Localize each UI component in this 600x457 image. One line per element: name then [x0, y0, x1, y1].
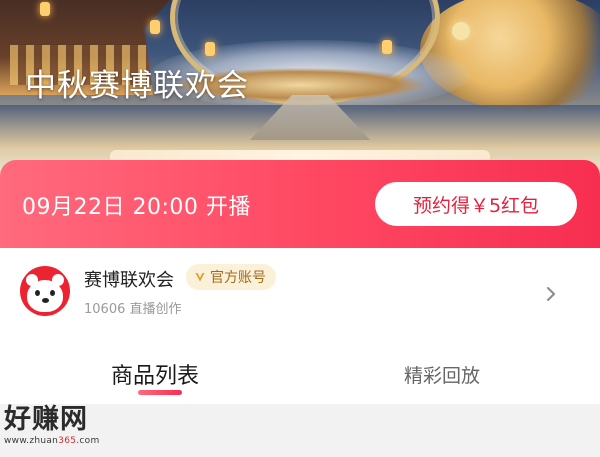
official-badge: 官方账号 — [186, 264, 276, 290]
avatar-nose-shape — [42, 298, 49, 303]
watermark-url: www.zhuan365.com — [4, 436, 100, 446]
avatar[interactable] — [20, 266, 70, 316]
official-badge-label: 官方账号 — [210, 270, 266, 286]
account-name: 赛博联欢会 — [84, 270, 174, 291]
account-subtitle: 10606 直播创作 — [84, 302, 182, 317]
hero-banner: 中秋赛博联欢会 — [0, 0, 600, 175]
lantern-icon — [150, 20, 160, 34]
watermark-url-highlight: 365 — [58, 436, 77, 446]
content-tabs: 商品列表 精彩回放 — [0, 338, 600, 404]
avatar-eye-shape — [50, 290, 55, 296]
tab-replays[interactable]: 精彩回放 — [404, 361, 480, 388]
avatar-eye-shape — [35, 290, 40, 296]
lantern-icon — [40, 2, 50, 16]
account-row[interactable]: 赛博联欢会 官方账号 10606 直播创作 — [0, 248, 600, 338]
moon-icon — [452, 22, 470, 40]
chevron-right-icon[interactable] — [544, 286, 558, 302]
active-tab-indicator — [138, 390, 182, 395]
lantern-icon — [382, 40, 392, 54]
live-start-time: 09月22日 20:00 开播 — [22, 195, 251, 220]
live-schedule-bar: 09月22日 20:00 开播 预约得￥5红包 — [0, 160, 600, 248]
lantern-icon — [205, 42, 215, 56]
watermark-url-prefix: www.zhuan — [4, 436, 59, 446]
osmanthus-blossom-illustration — [420, 0, 600, 110]
avatar-face-shape — [27, 280, 63, 312]
tab-product-list[interactable]: 商品列表 — [111, 358, 199, 390]
watermark-url-suffix: .com — [76, 436, 100, 446]
reserve-button[interactable]: 预约得￥5红包 — [375, 182, 577, 226]
v-verified-icon — [195, 273, 205, 282]
site-watermark: 好赚网 www.zhuan365.com — [4, 404, 100, 446]
event-title: 中秋赛博联欢会 — [25, 68, 249, 104]
watermark-title: 好赚网 — [4, 404, 88, 435]
